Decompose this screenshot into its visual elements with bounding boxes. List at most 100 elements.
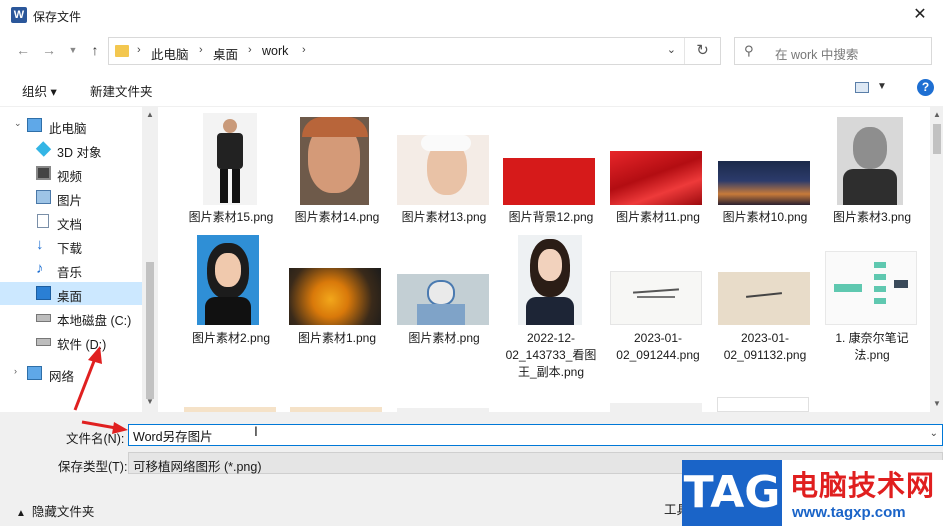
nav-label: 本地磁盘 (C:)	[57, 314, 132, 328]
picture-icon	[36, 190, 51, 204]
scroll-down-icon[interactable]: ▼	[933, 399, 941, 408]
file-item[interactable]: 图片素材.png	[393, 235, 495, 345]
filename-input[interactable]	[129, 425, 919, 445]
file-name: 2023-01-02_091132.png	[723, 331, 807, 362]
thumbnail	[397, 135, 489, 205]
file-name: 图片素材1.png	[297, 331, 377, 345]
file-list-scrollbar[interactable]: ▲ ▼	[930, 107, 943, 412]
thumbnail	[397, 274, 489, 325]
document-icon	[37, 214, 49, 228]
save-type-label: 保存类型(T):	[58, 460, 128, 474]
word-icon: W	[11, 7, 27, 23]
red-arrow-annotation	[73, 346, 102, 411]
file-item[interactable]: 图片素材14.png	[286, 113, 388, 233]
thumbnail	[518, 235, 582, 325]
breadcrumb-separator-icon: ›	[302, 44, 306, 56]
forward-button[interactable]: →	[40, 41, 58, 59]
chevron-down-icon: ⌄	[14, 118, 22, 128]
file-item[interactable]: 图片背景12.png	[500, 113, 602, 233]
file-name: 1. 康奈尔笔记法.png	[835, 331, 909, 362]
file-name: 图片素材3.png	[832, 210, 912, 224]
organize-button[interactable]: 组织 ▾	[22, 81, 57, 100]
nav-label: 文档	[57, 218, 83, 232]
file-item[interactable]: 图片素材11.png	[607, 113, 709, 233]
scroll-up-icon[interactable]: ▲	[146, 110, 154, 119]
hide-folders-button[interactable]: ▲ 隐藏文件夹	[16, 501, 94, 520]
refresh-button[interactable]: ↻	[684, 38, 720, 64]
file-name: 图片素材.png	[408, 331, 480, 345]
nav-item-music[interactable]: ♪ 音乐	[0, 258, 142, 281]
nav-label: 音乐	[57, 266, 83, 280]
watermark-url: www.tagxp.com	[792, 504, 906, 521]
search-box[interactable]: ⚲ 在 work 中搜索	[734, 37, 932, 65]
address-dropdown-icon[interactable]: ⌄	[667, 43, 676, 56]
file-item[interactable]: 图片素材15.png	[180, 113, 282, 233]
chevron-right-icon: ›	[14, 366, 17, 376]
up-button[interactable]: ↑	[86, 41, 104, 59]
file-item[interactable]: 1. 康奈尔笔记法.png	[821, 235, 923, 365]
folder-icon	[115, 45, 129, 57]
view-options-icon[interactable]	[855, 82, 869, 93]
thumbnail	[610, 271, 702, 325]
nav-label: 视频	[57, 170, 83, 184]
back-button[interactable]: ←	[14, 41, 32, 59]
nav-label: 3D 对象	[57, 146, 102, 160]
address-row: ← → ▼ ↑ › 此电脑 › 桌面 › work › ⌄ ↻ ⚲ 在 work…	[0, 31, 943, 71]
nav-item-pictures[interactable]: 图片	[0, 186, 142, 209]
thumbnail-partial	[610, 403, 702, 412]
filename-field[interactable]: ⌄	[128, 424, 943, 446]
thumbnail	[197, 235, 259, 325]
network-icon	[27, 366, 42, 380]
nav-item-documents[interactable]: 文档	[0, 210, 142, 233]
nav-item-videos[interactable]: 视频	[0, 162, 142, 185]
computer-icon	[27, 118, 42, 132]
arrow-up-icon: ↑	[91, 42, 99, 58]
nav-item-3d-objects[interactable]: 3D 对象	[0, 138, 142, 161]
title-bar: W 保存文件 ✕	[0, 0, 943, 31]
thumbnail	[837, 117, 903, 205]
thumbnail	[718, 161, 810, 205]
help-button[interactable]: ?	[917, 79, 934, 96]
file-item[interactable]: 图片素材13.png	[393, 113, 495, 233]
save-file-dialog: W 保存文件 ✕ ← → ▼ ↑ › 此电脑 › 桌面 › work › ⌄ ↻…	[0, 0, 943, 526]
nav-item-desktop[interactable]: 桌面	[0, 282, 142, 305]
breadcrumb-this-pc[interactable]: 此电脑	[151, 44, 189, 63]
file-item[interactable]: 2023-01-02_091244.png	[607, 235, 709, 365]
thumbnail	[300, 117, 369, 205]
nav-label: 此电脑	[49, 122, 87, 136]
scroll-down-icon[interactable]: ▼	[146, 397, 154, 406]
recent-locations-button[interactable]: ▼	[64, 41, 82, 59]
breadcrumb-work[interactable]: work	[262, 44, 288, 58]
breadcrumb-desktop[interactable]: 桌面	[213, 44, 238, 63]
search-placeholder: 在 work 中搜索	[775, 48, 859, 62]
file-item[interactable]: 2023-01-02_091132.png	[714, 235, 816, 365]
file-name: 图片素材13.png	[401, 210, 487, 224]
nav-item-this-pc[interactable]: ⌄ 此电脑	[0, 114, 142, 137]
hide-folders-label: 隐藏文件夹	[31, 505, 95, 519]
thumbnail	[503, 158, 595, 205]
new-folder-button[interactable]: 新建文件夹	[90, 81, 153, 100]
scroll-thumb[interactable]	[146, 262, 154, 399]
file-item[interactable]: 图片素材1.png	[286, 235, 388, 345]
file-item[interactable]: 2022-12-02_143733_看图王_副本.png	[500, 235, 602, 385]
thumbnail	[825, 251, 917, 325]
nav-item-local-disk-c[interactable]: 本地磁盘 (C:)	[0, 306, 142, 329]
file-item[interactable]: 图片素材2.png	[180, 235, 282, 345]
chevron-down-icon[interactable]: ⌄	[930, 428, 938, 439]
address-bar[interactable]: › 此电脑 › 桌面 › work › ⌄ ↻	[108, 37, 721, 65]
view-dropdown-icon[interactable]: ▼	[877, 81, 887, 92]
breadcrumb-separator-icon: ›	[199, 44, 203, 56]
file-item[interactable]: 图片素材3.png	[821, 113, 923, 233]
refresh-icon: ↻	[696, 42, 709, 59]
nav-scrollbar[interactable]: ▲ ▼	[142, 107, 158, 412]
nav-item-downloads[interactable]: ↓ 下载	[0, 234, 142, 257]
command-toolbar: 组织 ▾ 新建文件夹 ▼ ?	[0, 71, 943, 107]
scroll-up-icon[interactable]: ▲	[933, 110, 941, 119]
close-button[interactable]: ✕	[897, 0, 943, 31]
file-item[interactable]: 图片素材10.png	[714, 113, 816, 233]
desktop-icon	[36, 286, 51, 300]
drive-icon	[36, 338, 51, 346]
watermark-tag: TAG	[682, 460, 782, 526]
nav-label: 下载	[57, 242, 83, 256]
scroll-thumb[interactable]	[933, 124, 941, 154]
